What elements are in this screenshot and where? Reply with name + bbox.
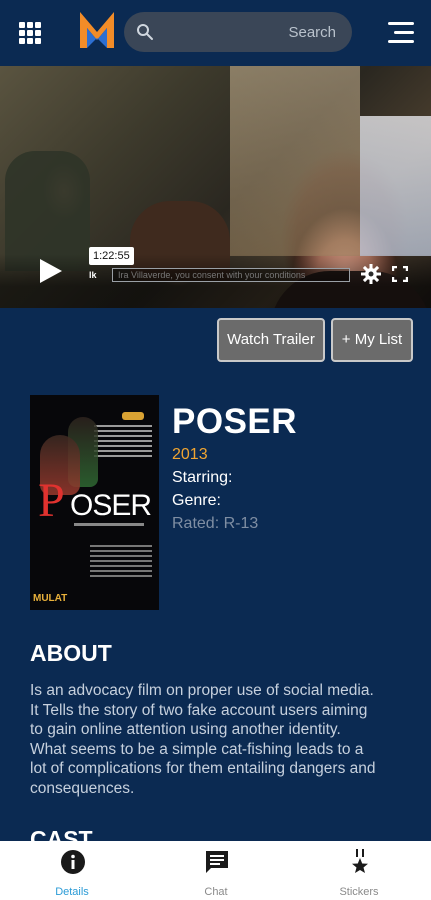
rating-label: Rated: R-13 <box>172 515 259 532</box>
info-icon <box>61 850 85 874</box>
gear-icon[interactable] <box>361 264 381 284</box>
poster-title-rest: OSER <box>70 489 152 522</box>
seek-tick-label: lk <box>89 270 97 280</box>
app-header <box>0 0 431 66</box>
subtitle-preview: Ira Villaverde, you consent with your co… <box>118 270 306 280</box>
about-heading: ABOUT <box>30 640 112 666</box>
add-to-my-list-button[interactable]: + My List <box>331 318 413 362</box>
fullscreen-icon[interactable] <box>392 266 408 282</box>
movie-year: 2013 <box>172 446 208 463</box>
play-icon[interactable] <box>40 259 62 283</box>
tab-stickers[interactable]: Stickers <box>287 841 431 900</box>
video-player[interactable]: 1:22:55 lk Ira Villaverde, you consent w… <box>0 66 431 308</box>
about-text: Is an advocacy film on proper use of soc… <box>30 682 376 797</box>
chat-icon <box>206 851 228 873</box>
movie-title: POSER <box>172 402 298 441</box>
tab-details[interactable]: Details <box>0 841 144 900</box>
seek-time-tooltip: 1:22:55 <box>89 247 134 265</box>
tab-details-label: Details <box>55 886 89 898</box>
tab-chat[interactable]: Chat <box>144 841 288 900</box>
tab-chat-label: Chat <box>204 886 228 898</box>
search-input[interactable] <box>164 12 344 52</box>
poster-studio-logo: MULAT <box>33 593 68 604</box>
apps-grid-icon[interactable] <box>19 22 41 44</box>
tab-stickers-label: Stickers <box>339 886 379 898</box>
search-icon <box>137 24 153 40</box>
watch-trailer-button[interactable]: Watch Trailer <box>217 318 325 362</box>
starring-label: Starring: <box>172 469 233 486</box>
search-bar[interactable] <box>124 12 352 52</box>
bottom-nav: Details Chat Stickers <box>0 841 431 900</box>
menu-icon[interactable] <box>388 22 414 44</box>
medal-icon <box>352 849 368 873</box>
brand-logo[interactable] <box>80 12 114 48</box>
movie-poster: P OSER MULAT <box>30 395 159 610</box>
genre-label: Genre: <box>172 492 221 509</box>
poster-title-initial: P <box>38 474 65 527</box>
